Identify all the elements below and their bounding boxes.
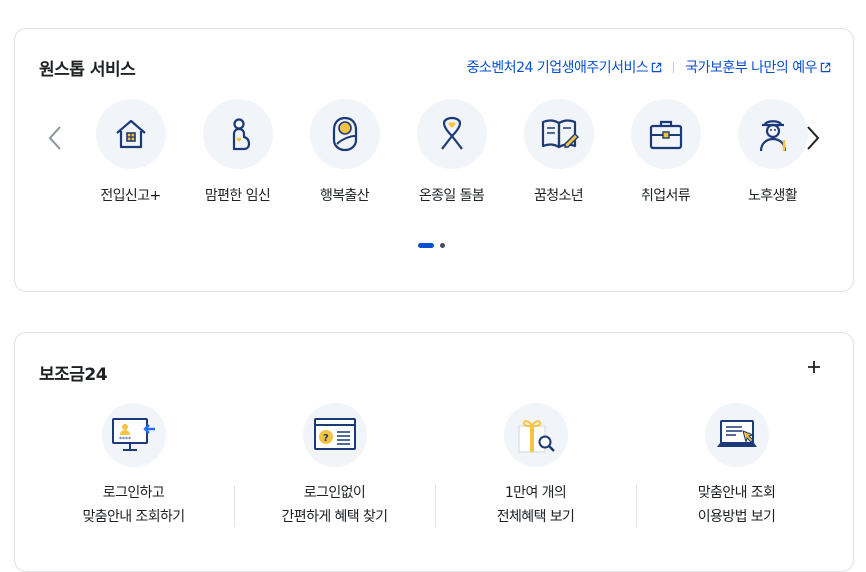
house-icon: [115, 119, 146, 149]
service-label: 꿈청소년: [533, 188, 584, 204]
onestop-title: 원스톱 서비스: [39, 60, 136, 80]
service-icon-bg: [309, 99, 380, 169]
newborn-icon: [332, 116, 357, 152]
external-link-icon: [820, 62, 831, 72]
service-icon-bg: [630, 99, 701, 169]
link-smes24-label: 중소벤처24 기업생애주기서비스: [466, 60, 649, 76]
svg-text:?: ?: [323, 433, 329, 444]
service-label: 노후생활: [747, 188, 798, 204]
onestop-service-card: 원스톱 서비스 중소벤처24 기업생애주기서비스 국가보훈부 나만의 예우 전입…: [14, 28, 854, 292]
svg-text:****: ****: [119, 436, 131, 443]
service-icon-bg: [95, 99, 166, 169]
service-item-birth[interactable]: 행복출산: [291, 99, 398, 205]
subsidy-item-text: 맞춤안내 조회 이용방법 보기: [698, 481, 776, 529]
carousel-pagination: [418, 243, 445, 248]
more-button[interactable]: [805, 358, 823, 376]
service-item-care[interactable]: 온종일 돌봄: [398, 99, 505, 205]
pregnant-icon: [232, 118, 250, 151]
service-icon-bg: [737, 99, 808, 169]
service-item-youth[interactable]: 꿈청소년: [505, 99, 612, 205]
chevron-left-icon: [48, 126, 61, 150]
service-label: 행복출산: [319, 188, 370, 204]
subsidy-item-login[interactable]: **** 로그인하고 맞춤안내 조회하기: [33, 403, 234, 529]
subsidy-icon-bg: [503, 403, 568, 467]
book-icon: [541, 119, 579, 149]
service-item-pregnancy[interactable]: 맘편한 임신: [184, 99, 291, 205]
service-icon-bg: [416, 99, 487, 169]
subsidy-line1: 맞춤안내 조회: [697, 485, 776, 501]
link-separator: [673, 61, 675, 73]
service-label: 취업서류: [640, 188, 691, 204]
gift-search-icon: [517, 420, 555, 453]
subsidy-title: 보조금24: [39, 365, 108, 385]
top-links: 중소벤처24 기업생애주기서비스 국가보훈부 나만의 예우: [467, 57, 831, 77]
external-link-icon: [652, 62, 662, 72]
elder-icon: [759, 120, 786, 152]
subsidy-icon-bg: ****: [101, 403, 166, 467]
subsidy-item-text: 로그인하고 맞춤안내 조회하기: [82, 481, 185, 529]
subsidy-line1: 로그인하고: [102, 485, 165, 501]
laptop-guide-icon: [716, 420, 757, 447]
subsidy-item-guide[interactable]: 맞춤안내 조회 이용방법 보기: [636, 403, 837, 529]
ribbon-icon: [440, 116, 463, 150]
subsidy-line1: 로그인없이: [303, 485, 366, 501]
service-item-job-docs[interactable]: 취업서류: [612, 99, 719, 205]
subsidy-item-all-benefits[interactable]: 1만여 개의 전체혜택 보기: [435, 403, 636, 529]
service-list: 전입신고+ 맘편한 임신 행복출산 온종일 돌봄 꿈청소년 취업서류 노후생활: [77, 99, 826, 205]
link-mpva[interactable]: 국가보훈부 나만의 예우: [685, 57, 831, 77]
briefcase-icon: [649, 120, 682, 150]
service-label: 온종일 돌봄: [418, 188, 485, 204]
subsidy24-card: 보조금24 **** 로그인하고 맞춤안내 조회하기 ? 로그인없이 간편하게 …: [14, 332, 854, 572]
subsidy-icon-bg: [704, 403, 769, 467]
link-mpva-label: 국가보훈부 나만의 예우: [685, 60, 817, 76]
service-icon-bg: [523, 99, 594, 169]
subsidy-item-text: 로그인없이 간편하게 혜택 찾기: [281, 481, 389, 529]
login-monitor-icon: ****: [111, 418, 155, 451]
service-icon-bg: [202, 99, 273, 169]
subsidy-line2: 맞춤안내 조회하기: [82, 509, 185, 525]
subsidy-list: **** 로그인하고 맞춤안내 조회하기 ? 로그인없이 간편하게 혜택 찾기 …: [33, 403, 837, 529]
service-label: 전입신고+: [100, 188, 161, 204]
chevron-right-icon: [807, 126, 820, 150]
service-item-move-in[interactable]: 전입신고+: [77, 99, 184, 205]
link-smes24[interactable]: 중소벤처24 기업생애주기서비스: [467, 57, 663, 77]
carousel-next-button[interactable]: [803, 123, 823, 153]
subsidy-item-text: 1만여 개의 전체혜택 보기: [497, 481, 575, 529]
subsidy-item-no-login[interactable]: ? 로그인없이 간편하게 혜택 찾기: [234, 403, 435, 529]
pagination-dot[interactable]: [440, 243, 445, 248]
plus-icon: [808, 361, 820, 373]
pagination-dot-active[interactable]: [418, 243, 434, 248]
subsidy-line2: 전체혜택 보기: [496, 509, 575, 525]
subsidy-line2: 이용방법 보기: [697, 509, 776, 525]
subsidy-line2: 간편하게 혜택 찾기: [281, 509, 389, 525]
service-label: 맘편한 임신: [204, 188, 271, 204]
subsidy-icon-bg: ?: [302, 403, 367, 467]
carousel-prev-button[interactable]: [45, 123, 65, 153]
question-doc-icon: ?: [313, 418, 356, 450]
subsidy-line1: 1만여 개의: [504, 485, 567, 501]
